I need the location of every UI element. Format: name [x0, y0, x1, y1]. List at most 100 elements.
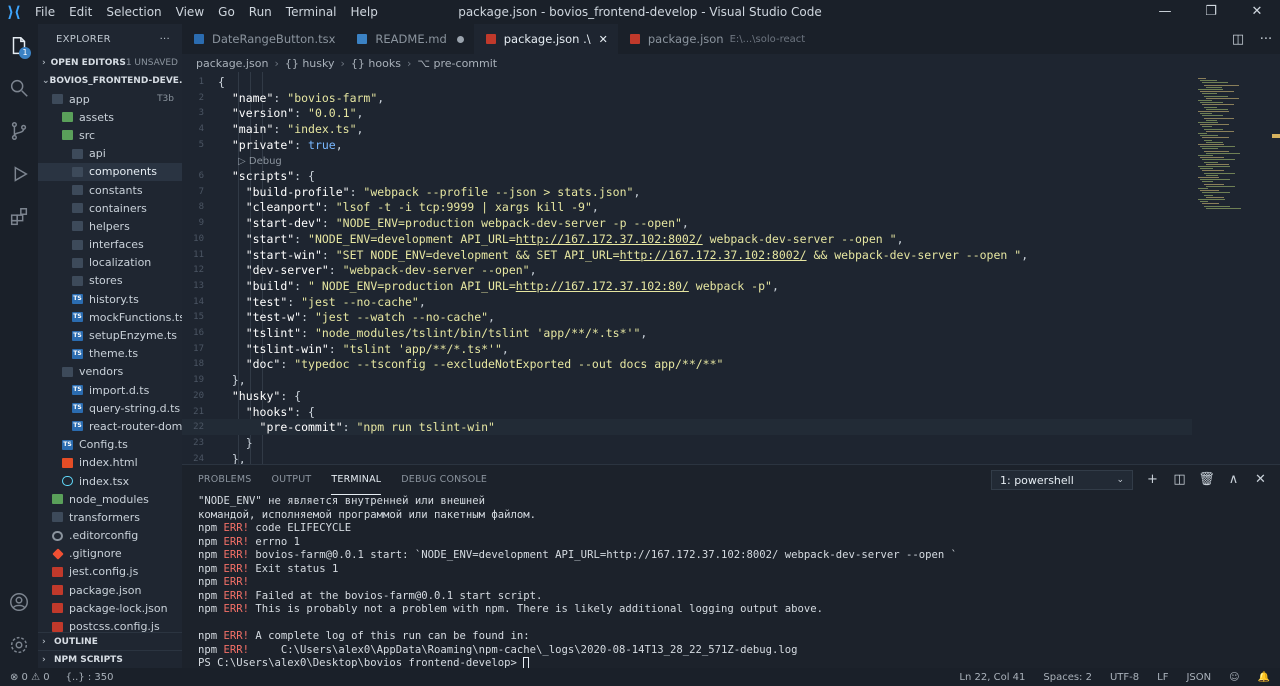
code-line[interactable]: 9 "start-dev": "NODE_ENV=production webp… [182, 215, 1192, 231]
search-activity-icon[interactable] [0, 68, 38, 108]
code-line[interactable]: 19 }, [182, 372, 1192, 388]
code-line[interactable]: 14 "test": "jest --no-cache", [182, 294, 1192, 310]
source-control-activity-icon[interactable] [0, 111, 38, 151]
manage-gear-icon[interactable] [0, 625, 38, 665]
unsaved-dot-icon[interactable] [456, 35, 464, 43]
code-line[interactable]: 1{ [182, 74, 1192, 90]
tree-item[interactable]: constants [38, 181, 182, 199]
new-terminal-icon[interactable]: + [1139, 470, 1166, 490]
editor-tab[interactable]: package.json E:\...\solo-react [618, 24, 815, 54]
code-line[interactable]: 12 "dev-server": "webpack-dev-server --o… [182, 262, 1192, 278]
code-line[interactable]: 7 "build-profile": "webpack --profile --… [182, 184, 1192, 200]
code-line[interactable]: 10 "start": "NODE_ENV=development API_UR… [182, 231, 1192, 247]
minimize-button[interactable]: — [1142, 0, 1188, 24]
code-line[interactable]: 2 "name": "bovios-farm", [182, 90, 1192, 106]
code-line[interactable]: ▷ Debug [182, 153, 1192, 169]
maximize-panel-icon[interactable]: ∧ [1220, 470, 1247, 490]
eol-status[interactable]: LF [1157, 672, 1168, 683]
tree-item[interactable]: jest.config.js [38, 563, 182, 581]
code-line[interactable]: 18 "doc": "typedoc --tsconfig --excludeN… [182, 357, 1192, 373]
code-line[interactable]: 3 "version": "0.0.1", [182, 105, 1192, 121]
close-tab-icon[interactable]: ✕ [599, 33, 608, 46]
menu-item-terminal[interactable]: Terminal [279, 0, 344, 24]
tree-item[interactable]: components [38, 162, 182, 181]
code-editor[interactable]: 1{2 "name": "bovios-farm", 3 "version": "… [182, 72, 1192, 464]
panel-tab-terminal[interactable]: TERMINAL [331, 465, 382, 495]
tree-item[interactable]: TS mockFunctions.ts [38, 308, 182, 326]
tree-item[interactable]: helpers [38, 217, 182, 235]
tree-item[interactable]: app T3b [38, 90, 182, 108]
code-line[interactable]: 4 "main": "index.ts", [182, 121, 1192, 137]
breadcrumb-item[interactable]: {} hooks [351, 57, 401, 70]
indentation-status[interactable]: Spaces: 2 [1043, 672, 1092, 683]
explorer-activity-icon[interactable]: 1 [0, 26, 38, 66]
code-line[interactable]: 22 "pre-commit": "npm run tslint-win" [182, 419, 1192, 436]
tree-item[interactable]: TS import.d.ts [38, 381, 182, 399]
tree-item[interactable]: transformers [38, 508, 182, 526]
tree-item[interactable]: package.json [38, 581, 182, 599]
selection-status[interactable]: {..} : 350 [66, 672, 114, 683]
tree-item[interactable]: index.tsx [38, 472, 182, 490]
extensions-activity-icon[interactable] [0, 197, 38, 237]
code-line[interactable]: 20 "husky": { [182, 388, 1192, 404]
close-window-button[interactable]: ✕ [1234, 0, 1280, 24]
code-line[interactable]: 17 "tslint-win": "tslint 'app/**/*.ts*'"… [182, 341, 1192, 357]
maximize-button[interactable]: ❐ [1188, 0, 1234, 24]
tree-item[interactable]: index.html [38, 454, 182, 472]
menu-item-go[interactable]: Go [211, 0, 242, 24]
code-line[interactable]: 15 "test-w": "jest --watch --no-cache", [182, 310, 1192, 326]
tree-item[interactable]: TS setupEnzyme.ts [38, 326, 182, 344]
menu-item-edit[interactable]: Edit [62, 0, 99, 24]
terminal-select[interactable]: 1: powershell ⌄ [991, 470, 1133, 490]
tree-item[interactable]: TS Config.ts [38, 436, 182, 454]
breadcrumb-item[interactable]: {} husky [285, 57, 335, 70]
tree-item[interactable]: src [38, 126, 182, 144]
menu-item-file[interactable]: File [28, 0, 62, 24]
run-debug-activity-icon[interactable] [0, 154, 38, 194]
outline-section[interactable]: › OUTLINE [38, 632, 182, 650]
tree-item[interactable]: .editorconfig [38, 527, 182, 545]
panel-tab-problems[interactable]: PROBLEMS [198, 465, 251, 495]
panel-tab-debug-console[interactable]: DEBUG CONSOLE [401, 465, 487, 495]
account-activity-icon[interactable] [0, 582, 38, 622]
project-section[interactable]: ⌄ BOVIOS_FRONTEND-DEVE... [38, 72, 182, 90]
terminal-output[interactable]: "NODE_ENV" не является внутренней или вн… [198, 495, 1268, 671]
close-panel-icon[interactable]: ✕ [1247, 470, 1274, 490]
code-line[interactable]: 21 "hooks": { [182, 404, 1192, 420]
tree-item[interactable]: TS react-router-dom... [38, 417, 182, 435]
code-line[interactable]: 24 }, [182, 451, 1192, 464]
menu-item-run[interactable]: Run [242, 0, 279, 24]
editor-tab[interactable]: package.json .\ ✕ [473, 24, 618, 54]
tree-item[interactable]: vendors [38, 363, 182, 381]
tree-item[interactable]: TS theme.ts [38, 345, 182, 363]
split-editor-icon[interactable]: ◫ [1224, 32, 1252, 47]
code-line[interactable]: 16 "tslint": "node_modules/tslint/bin/ts… [182, 325, 1192, 341]
menu-item-selection[interactable]: Selection [99, 0, 168, 24]
split-terminal-icon[interactable]: ◫ [1166, 470, 1193, 490]
code-line[interactable]: 11 "start-win": "SET NODE_ENV=developmen… [182, 247, 1192, 263]
panel-tab-output[interactable]: OUTPUT [271, 465, 311, 495]
debug-codelens[interactable]: ▷ Debug [218, 156, 282, 167]
notifications-bell-icon[interactable]: 🔔 [1258, 672, 1270, 683]
editor-tab[interactable]: DateRangeButton.tsx [182, 24, 345, 54]
tree-item[interactable]: TS history.ts [38, 290, 182, 308]
tree-item[interactable]: package-lock.json [38, 599, 182, 617]
code-line[interactable]: 13 "build": " NODE_ENV=production API_UR… [182, 278, 1192, 294]
npm-scripts-section[interactable]: › NPM SCRIPTS [38, 650, 182, 668]
tree-item[interactable]: api [38, 145, 182, 163]
editor-tab[interactable]: README.md [345, 24, 473, 54]
code-line[interactable]: 5 "private": true, [182, 137, 1192, 153]
language-mode-status[interactable]: JSON [1186, 672, 1211, 683]
breadcrumb-item[interactable]: package.json [196, 57, 268, 70]
breadcrumb-item[interactable]: ⌥ pre-commit [417, 57, 497, 70]
tree-item[interactable]: assets [38, 108, 182, 126]
menu-item-view[interactable]: View [169, 0, 211, 24]
encoding-status[interactable]: UTF-8 [1110, 672, 1139, 683]
kill-terminal-icon[interactable]: 🗑 [1193, 470, 1220, 490]
open-editors-section[interactable]: › OPEN EDITORS 1 UNSAVED [38, 54, 182, 72]
tree-item[interactable]: .gitignore [38, 545, 182, 563]
cursor-position-status[interactable]: Ln 22, Col 41 [959, 672, 1025, 683]
problems-status[interactable]: ⊗ 0 ⚠ 0 [10, 672, 50, 683]
tree-item[interactable]: containers [38, 199, 182, 217]
tree-item[interactable]: TS query-string.d.ts [38, 399, 182, 417]
